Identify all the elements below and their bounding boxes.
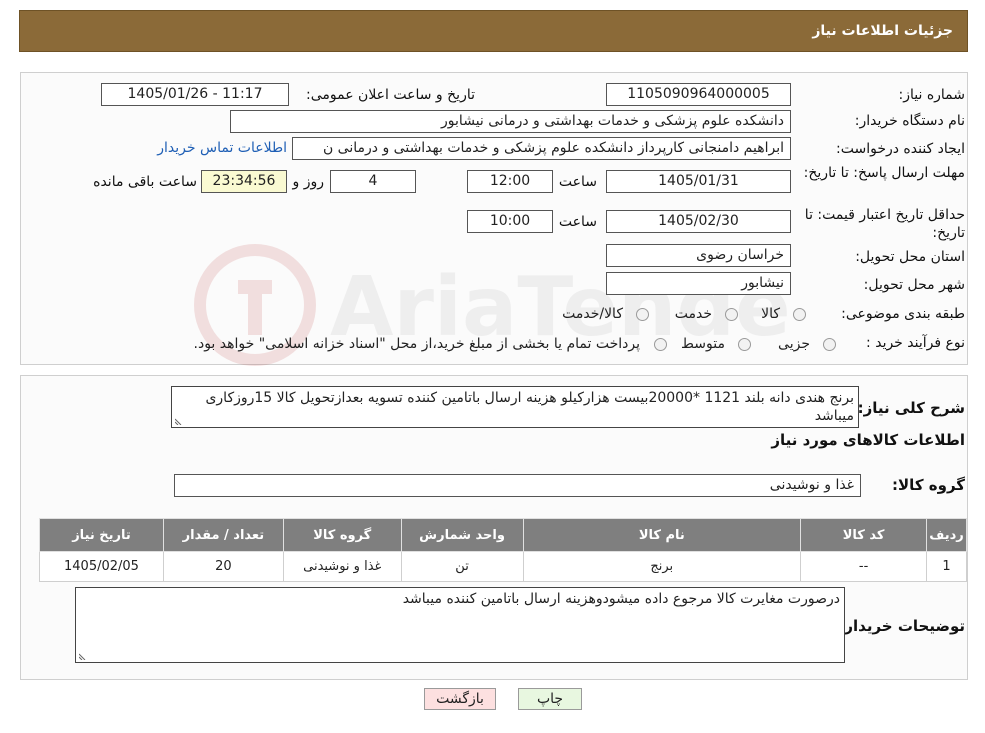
page-title: جزئیات اطلاعات نیاز: [812, 23, 953, 39]
category-goods-radio[interactable]: [793, 308, 806, 321]
city-field: نیشابور: [606, 272, 791, 295]
remaining-time-field: 23:34:56: [201, 170, 287, 193]
province-field: خراسان رضوی: [606, 244, 791, 267]
deadline-days-label: روز و: [292, 174, 325, 190]
deadline-date-field: 1405/01/31: [606, 170, 791, 193]
cell-row-number: 1: [926, 551, 967, 582]
description-label: شرح کلی نیاز:: [857, 399, 965, 417]
goods-info-title: اطلاعات کالاهای مورد نیاز: [771, 431, 965, 449]
need-number-field: 1105090964000005: [606, 83, 791, 106]
cell-unit: تن: [400, 551, 524, 582]
need-number-label: شماره نیاز:: [898, 87, 966, 103]
buyer-notes-field: درصورت مغایرت کالا مرجوع داده میشودوهزین…: [75, 587, 845, 663]
category-label: طبقه بندی موضوعی:: [841, 306, 965, 322]
goods-group-field: غذا و نوشیدنی: [174, 474, 861, 497]
deadline-days-field: 4: [330, 170, 416, 193]
announce-datetime-label: تاریخ و ساعت اعلان عمومی:: [306, 87, 475, 103]
resize-handle-icon[interactable]: [175, 417, 183, 425]
category-goods-service-label: کالا/خدمت: [562, 306, 623, 322]
category-service-label: خدمت: [674, 306, 712, 322]
process-partial-radio[interactable]: [823, 338, 836, 351]
category-goods-label: کالا: [761, 306, 780, 322]
cell-need-date: 1405/02/05: [39, 551, 164, 582]
print-button[interactable]: چاپ: [518, 688, 582, 710]
buyer-contact-link[interactable]: اطلاعات تماس خریدار: [157, 140, 287, 156]
cell-goods-name: برنج: [522, 551, 802, 582]
table-row: 1 -- برنج تن غذا و نوشیدنی 20 1405/02/05: [39, 551, 967, 582]
col-need-date: تاریخ نیاز: [39, 518, 164, 552]
requester-field: ابراهیم دامنجانی کارپرداز دانشکده علوم پ…: [292, 137, 791, 160]
col-unit: واحد شمارش: [400, 518, 524, 552]
deadline-time-label: ساعت: [558, 174, 597, 190]
cell-quantity: 20: [162, 551, 284, 582]
price-validity-time-field: 10:00: [467, 210, 553, 233]
table-header-row: ردیف کد کالا نام کالا واحد شمارش گروه کا…: [39, 518, 967, 552]
buyer-org-field: دانشکده علوم پزشکی و خدمات بهداشتی و درم…: [230, 110, 791, 133]
col-goods-name: نام کالا: [522, 518, 802, 552]
price-validity-label: حداقل تاریخ اعتبار قیمت: تا تاریخ:: [804, 207, 965, 241]
announce-datetime-field: 1405/01/26 - 11:17: [101, 83, 289, 106]
province-label: استان محل تحویل:: [855, 249, 965, 265]
page-header: جزئیات اطلاعات نیاز: [19, 10, 968, 52]
process-label: نوع فرآیند خرید :: [866, 335, 965, 351]
description-field: برنج هندی دانه بلند 1121 *20000بیست هزار…: [171, 386, 859, 428]
process-partial-label: جزیی: [778, 336, 810, 352]
buyer-notes-label: توضیحات خریدار:: [838, 617, 965, 635]
goods-table: ردیف کد کالا نام کالا واحد شمارش گروه کا…: [39, 518, 967, 582]
goods-group-label: گروه کالا:: [892, 476, 965, 494]
buyer-notes-text: درصورت مغایرت کالا مرجوع داده میشودوهزین…: [402, 591, 840, 607]
process-medium-label: متوسط: [681, 336, 725, 352]
requester-label: ایجاد کننده درخواست:: [836, 141, 965, 157]
back-button[interactable]: بازگشت: [424, 688, 496, 710]
buyer-org-label: نام دستگاه خریدار:: [854, 113, 965, 129]
cell-goods-code: --: [800, 551, 928, 582]
remaining-time-label: ساعت باقی مانده: [93, 174, 197, 190]
price-validity-date-field: 1405/02/30: [606, 210, 791, 233]
deadline-time-field: 12:00: [467, 170, 553, 193]
deadline-label: مهلت ارسال پاسخ: تا تاریخ:: [803, 165, 965, 181]
col-goods-group: گروه کالا: [282, 518, 402, 552]
price-validity-time-label: ساعت: [558, 214, 597, 230]
col-goods-code: کد کالا: [800, 518, 928, 552]
col-quantity: تعداد / مقدار: [162, 518, 284, 552]
treasury-bond-note: پرداخت تمام یا بخشی از مبلغ خرید،از محل …: [193, 336, 640, 352]
category-service-radio[interactable]: [725, 308, 738, 321]
process-medium-radio[interactable]: [738, 338, 751, 351]
treasury-bond-checkbox[interactable]: [654, 338, 667, 351]
resize-handle-icon[interactable]: [79, 652, 87, 660]
cell-goods-group: غذا و نوشیدنی: [282, 551, 402, 582]
description-text: برنج هندی دانه بلند 1121 *20000بیست هزار…: [205, 390, 854, 424]
col-row-number: ردیف: [926, 518, 967, 552]
city-label: شهر محل تحویل:: [863, 277, 965, 293]
category-goods-service-radio[interactable]: [636, 308, 649, 321]
